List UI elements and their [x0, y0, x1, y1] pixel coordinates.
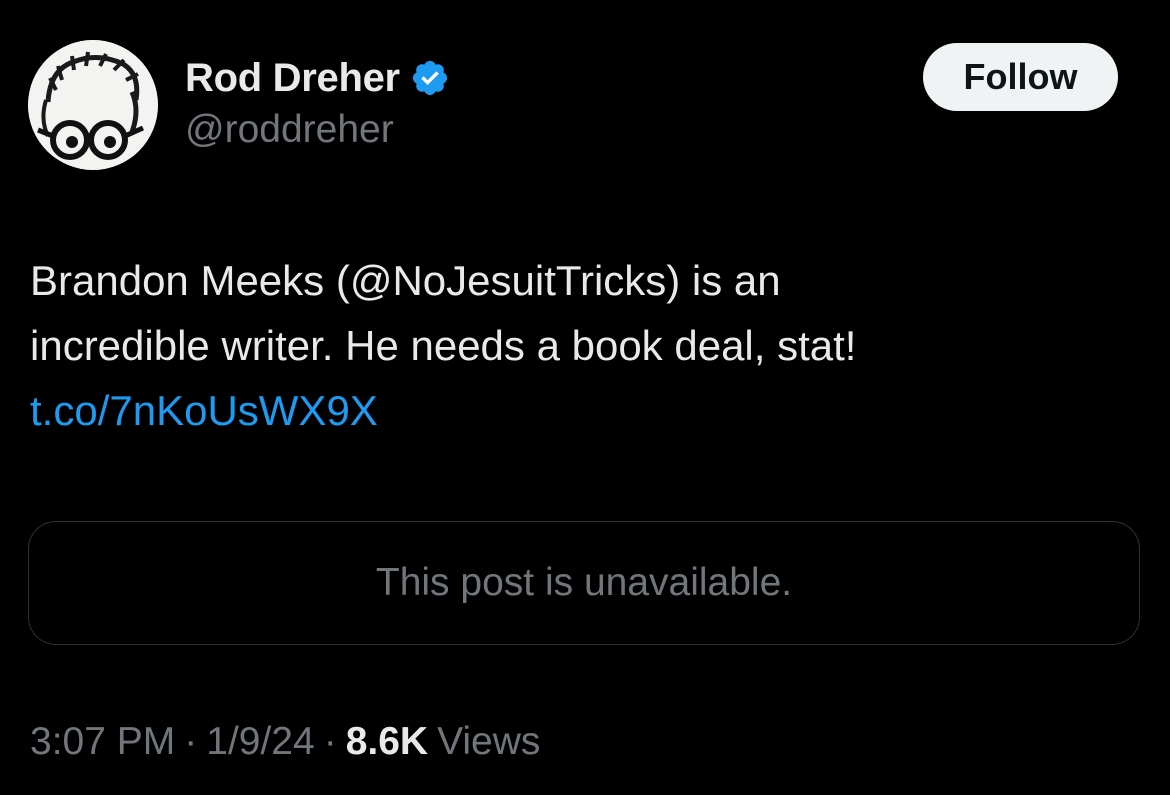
avatar[interactable]	[28, 40, 158, 170]
quoted-post-card[interactable]: This post is unavailable.	[28, 521, 1140, 645]
tweet-text-line: Brandon Meeks (@NoJesuitTricks) is an	[30, 257, 781, 304]
tweet-time[interactable]: 3:07 PM	[30, 720, 175, 764]
avatar-sketch-icon	[28, 40, 158, 170]
views-count[interactable]: 8.6K	[346, 720, 428, 764]
tweet-text-line: incredible writer. He needs a book deal,…	[30, 322, 857, 369]
tweet-text: Brandon Meeks (@NoJesuitTricks) is an in…	[30, 248, 1130, 443]
quoted-post-unavailable-message: This post is unavailable.	[375, 561, 793, 604]
tweet-meta: 3:07 PM · 1/9/24 · 8.6K Views	[30, 720, 540, 764]
follow-button[interactable]: Follow	[923, 43, 1118, 111]
verified-badge-icon[interactable]	[410, 58, 450, 98]
tweet-link[interactable]: t.co/7nKoUsWX9X	[30, 387, 378, 434]
tweet-date[interactable]: 1/9/24	[206, 720, 314, 764]
views-label: Views	[437, 720, 541, 763]
meta-separator: ·	[184, 720, 198, 763]
author-display-name[interactable]: Rod Dreher	[185, 56, 400, 101]
author-handle[interactable]: @roddreher	[185, 108, 394, 152]
author-name-row[interactable]: Rod Dreher	[185, 53, 450, 103]
meta-separator: ·	[323, 720, 337, 763]
